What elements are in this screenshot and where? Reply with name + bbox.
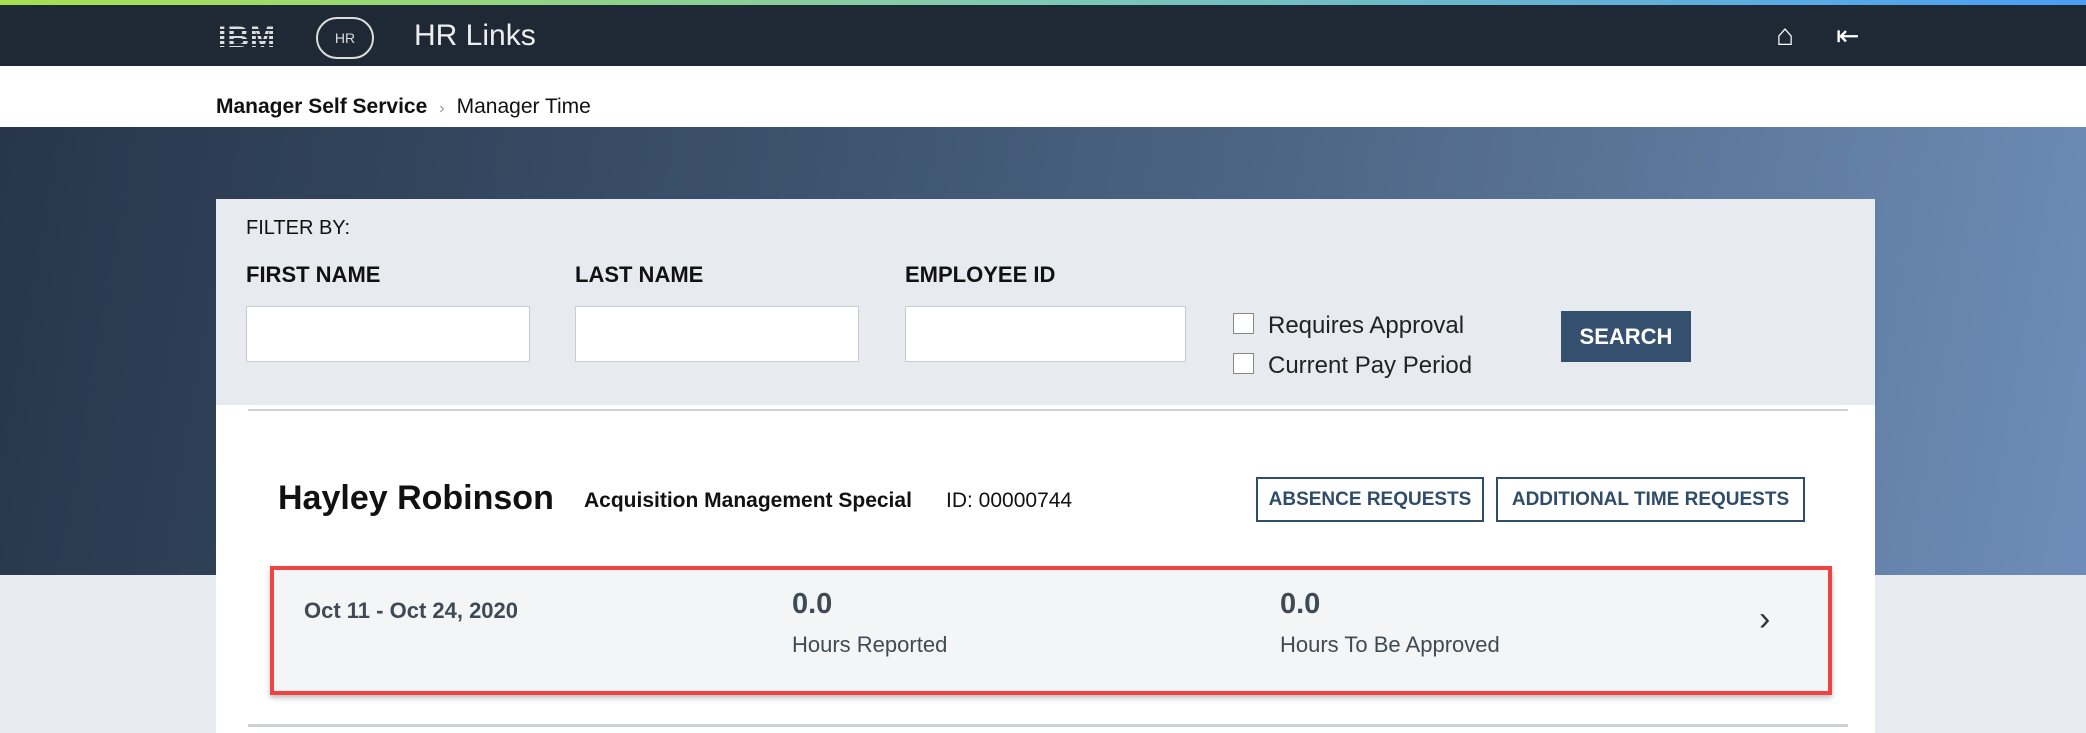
manager-time-card: FILTER BY: FIRST NAME LAST NAME EMPLOYEE… (216, 199, 1875, 733)
current-pay-period-label: Current Pay Period (1268, 352, 1473, 379)
chevron-right-icon[interactable]: › (1759, 600, 1770, 639)
breadcrumb-root[interactable]: Manager Self Service (216, 95, 427, 118)
hours-to-approve-label: Hours To Be Approved (1280, 632, 1500, 657)
last-name-label: LAST NAME (575, 262, 704, 287)
filter-heading: FILTER BY: (246, 217, 351, 239)
hours-reported-label: Hours Reported (792, 632, 948, 657)
requires-approval-checkbox[interactable] (1233, 313, 1254, 334)
breadcrumb-current: Manager Time (456, 95, 591, 118)
home-icon[interactable]: ⌂ (1776, 19, 1794, 53)
hr-cloud-logo: HR (316, 17, 374, 59)
employee-position: Acquisition Management Special (584, 489, 912, 512)
first-name-label: FIRST NAME (246, 262, 381, 287)
employee-id: ID: 00000744 (946, 489, 1073, 512)
app-title: HR Links (414, 19, 536, 52)
sign-out-icon[interactable]: ⇤ (1836, 19, 1859, 53)
additional-time-requests-button[interactable]: ADDITIONAL TIME REQUESTS (1496, 477, 1805, 522)
app-header: IBM HR HR Links ⌂ ⇤ (0, 5, 2086, 66)
employee-name: Hayley Robinson (278, 479, 554, 517)
search-button[interactable]: SEARCH (1561, 311, 1691, 362)
hours-reported-value: 0.0 (792, 588, 833, 620)
last-name-input[interactable] (575, 306, 859, 362)
absence-requests-button[interactable]: ABSENCE REQUESTS (1256, 477, 1484, 522)
pay-period-dates: Oct 11 - Oct 24, 2020 (304, 598, 519, 623)
requires-approval-label: Requires Approval (1268, 312, 1465, 339)
divider (248, 409, 1848, 411)
divider (248, 724, 1848, 727)
first-name-input[interactable] (246, 306, 530, 362)
breadcrumb: Manager Self Service › Manager Time (0, 66, 2086, 127)
hours-to-approve-value: 0.0 (1280, 588, 1321, 620)
pay-period-row[interactable]: Oct 11 - Oct 24, 2020 0.0 Hours Reported… (270, 566, 1832, 695)
ibm-logo: IBM (218, 21, 276, 54)
filter-panel: FILTER BY: FIRST NAME LAST NAME EMPLOYEE… (216, 199, 1875, 405)
employee-id-input[interactable] (905, 306, 1186, 362)
current-pay-period-checkbox[interactable] (1233, 353, 1254, 374)
breadcrumb-separator-icon: › (439, 100, 445, 117)
employee-id-label: EMPLOYEE ID (905, 262, 1056, 287)
